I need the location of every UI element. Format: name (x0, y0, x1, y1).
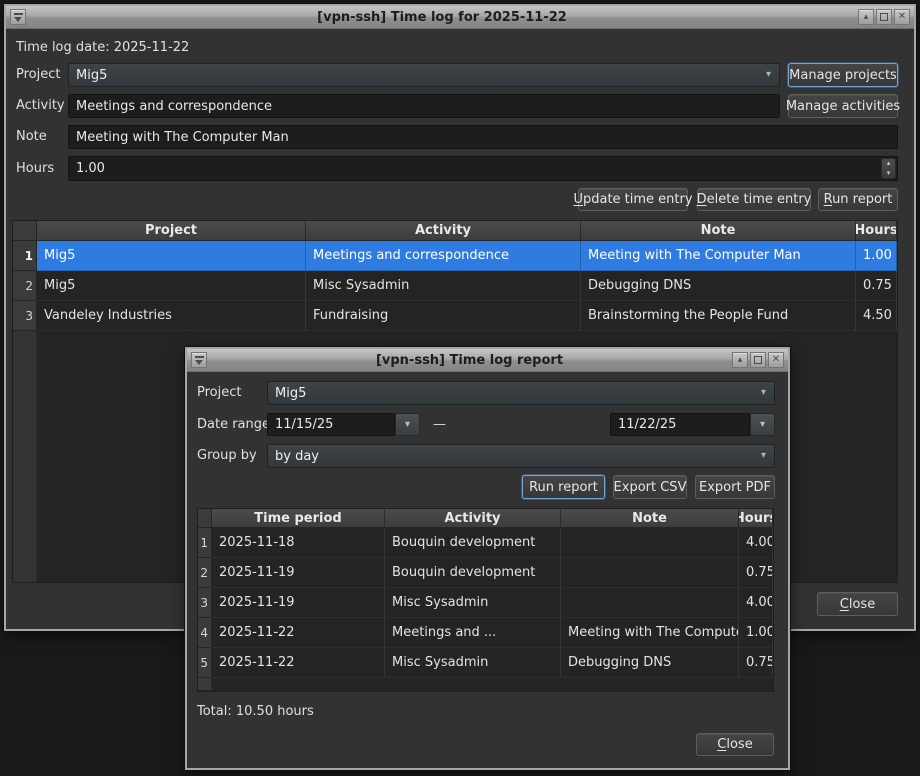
hours-label: Hours (16, 156, 54, 181)
manage-activities-button[interactable]: Manage activities (788, 94, 898, 118)
dialog-run-report-button[interactable]: Run report (522, 475, 605, 499)
close-icon: ✕ (772, 355, 780, 365)
main-window-title: [vpn-ssh] Time log for 2025-11-22 (27, 10, 857, 25)
project-label: Project (197, 381, 241, 405)
dialog-titlebar[interactable]: [vpn-ssh] Time log report ▴ ✕ (187, 349, 788, 372)
window-menu-button[interactable] (10, 9, 26, 25)
maximize-button[interactable] (750, 352, 766, 368)
time-entries-table-header: Project Activity Note Hours (13, 221, 897, 241)
chevron-down-icon: ▾ (760, 420, 765, 430)
export-csv-button[interactable]: Export CSV (613, 475, 687, 499)
main-close-button[interactable]: Close (817, 592, 898, 616)
window-close-button[interactable]: ✕ (894, 9, 910, 25)
update-time-entry-button[interactable]: Update time entry (578, 188, 688, 211)
spin-down-icon[interactable]: ▾ (882, 169, 895, 179)
table-row[interactable]: 2 Mig5 Misc Sysadmin Debugging DNS 0.75 (13, 271, 897, 301)
window-menu-icon (195, 356, 204, 365)
delete-time-entry-button[interactable]: Delete time entry (697, 188, 811, 211)
run-report-button[interactable]: Run report (818, 188, 898, 211)
group-by-label: Group by (197, 444, 257, 468)
table-empty-area (198, 678, 773, 691)
total-hours-label: Total: 10.50 hours (197, 704, 314, 719)
report-table-header: Time period Activity Note Hours (198, 509, 773, 528)
main-titlebar[interactable]: [vpn-ssh] Time log for 2025-11-22 ▴ ✕ (6, 6, 914, 29)
dialog-title: [vpn-ssh] Time log report (208, 353, 731, 368)
shade-icon: ▴ (738, 356, 743, 365)
date-range-label: Date range (197, 413, 270, 436)
table-row[interactable]: 3 2025-11-19 Misc Sysadmin 4.00 (198, 588, 773, 618)
window-menu-icon (14, 13, 23, 22)
report-project-value: Mig5 (275, 386, 306, 401)
manage-projects-button[interactable]: Manage projects (788, 63, 898, 87)
table-row[interactable]: 5 2025-11-22 Misc Sysadmin Debugging DNS… (198, 648, 773, 678)
project-label: Project (16, 63, 60, 87)
report-table: Time period Activity Note Hours 1 2025-1… (197, 508, 774, 692)
hours-spin-buttons: ▴ ▾ (881, 158, 896, 179)
window-menu-button[interactable] (191, 352, 207, 368)
dialog-close-button[interactable]: Close (696, 733, 774, 756)
shade-button[interactable]: ▴ (732, 352, 748, 368)
group-by-value: by day (275, 449, 319, 464)
date-to-input[interactable] (610, 413, 750, 436)
table-row[interactable]: 1 2025-11-18 Bouquin development 4.00 (198, 528, 773, 558)
export-pdf-button[interactable]: Export PDF (695, 475, 775, 499)
table-row[interactable]: 3 Vandeley Industries Fundraising Brains… (13, 301, 897, 331)
date-range-separator: — (433, 413, 446, 436)
window-close-button[interactable]: ✕ (768, 352, 784, 368)
shade-button[interactable]: ▴ (858, 9, 874, 25)
date-from-dropdown-button[interactable]: ▾ (395, 413, 420, 436)
chevron-down-icon: ▾ (766, 70, 771, 80)
hours-spinbox: ▴ ▾ (68, 156, 898, 181)
table-row[interactable]: 2 2025-11-19 Bouquin development 0.75 (198, 558, 773, 588)
table-row[interactable]: 1 Mig5 Meetings and correspondence Meeti… (13, 241, 897, 271)
maximize-icon (880, 13, 888, 21)
chevron-down-icon: ▾ (761, 451, 766, 461)
date-from-input[interactable] (267, 413, 395, 436)
chevron-down-icon: ▾ (405, 420, 410, 430)
date-to-dropdown-button[interactable]: ▾ (750, 413, 775, 436)
report-project-combobox[interactable]: Mig5 ▾ (267, 381, 775, 405)
shade-icon: ▴ (864, 13, 869, 22)
project-combobox-value: Mig5 (76, 68, 107, 83)
chevron-down-icon: ▾ (761, 388, 766, 398)
table-row[interactable]: 4 2025-11-22 Meetings and ... Meeting wi… (198, 618, 773, 648)
project-combobox[interactable]: Mig5 ▾ (68, 63, 780, 87)
time-log-date-label: Time log date: 2025-11-22 (16, 40, 189, 55)
activity-label: Activity (16, 94, 65, 118)
row-number-header (198, 509, 212, 528)
activity-input[interactable] (68, 94, 780, 118)
note-input[interactable] (68, 125, 898, 149)
spin-up-icon[interactable]: ▴ (882, 159, 895, 169)
row-number-header (13, 221, 37, 241)
report-dialog: [vpn-ssh] Time log report ▴ ✕ Project Mi… (185, 347, 790, 770)
maximize-button[interactable] (876, 9, 892, 25)
hours-input[interactable] (68, 156, 898, 181)
maximize-icon (754, 356, 762, 364)
close-icon: ✕ (898, 12, 906, 22)
note-label: Note (16, 125, 47, 149)
group-by-combobox[interactable]: by day ▾ (267, 444, 775, 468)
